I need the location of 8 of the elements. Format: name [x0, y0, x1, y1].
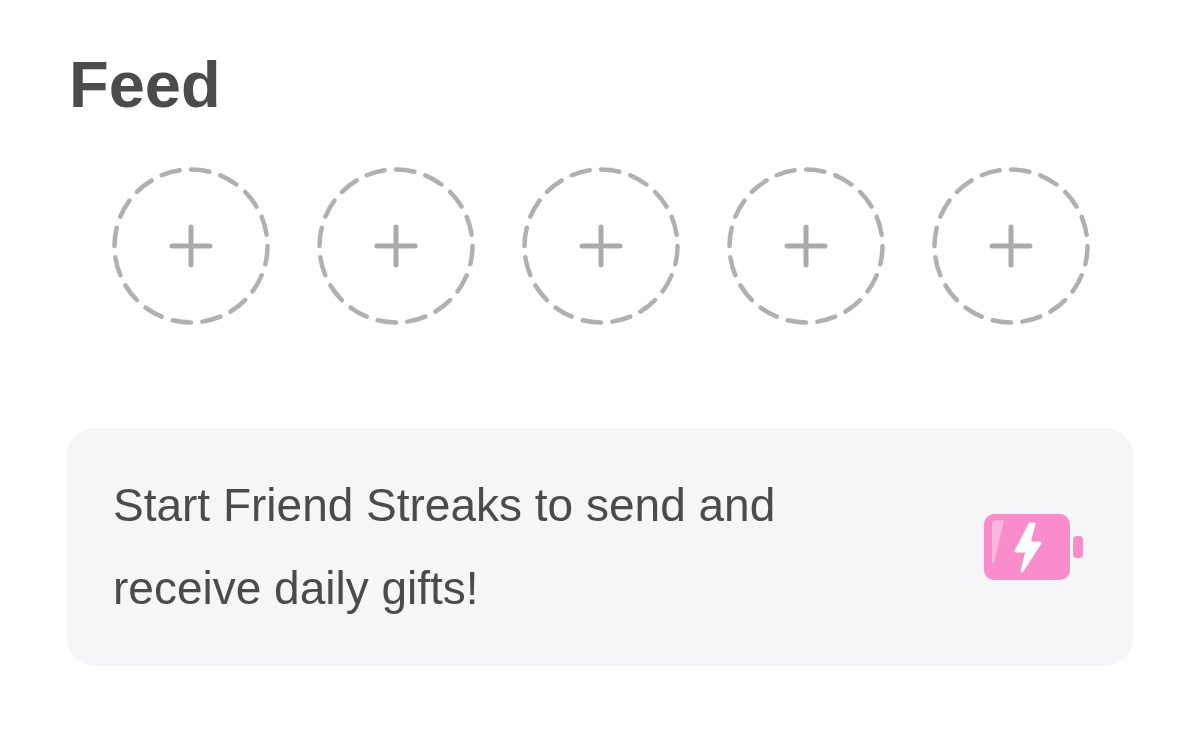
- plus-icon: [989, 224, 1033, 268]
- plus-icon: [169, 224, 213, 268]
- plus-icon: [579, 224, 623, 268]
- plus-icon: [784, 224, 828, 268]
- section-title: Feed: [69, 47, 221, 123]
- plus-icon: [374, 224, 418, 268]
- battery-icon: [984, 514, 1083, 580]
- banner-text: Start Friend Streaks to send and receive daily gifts!: [113, 478, 777, 616]
